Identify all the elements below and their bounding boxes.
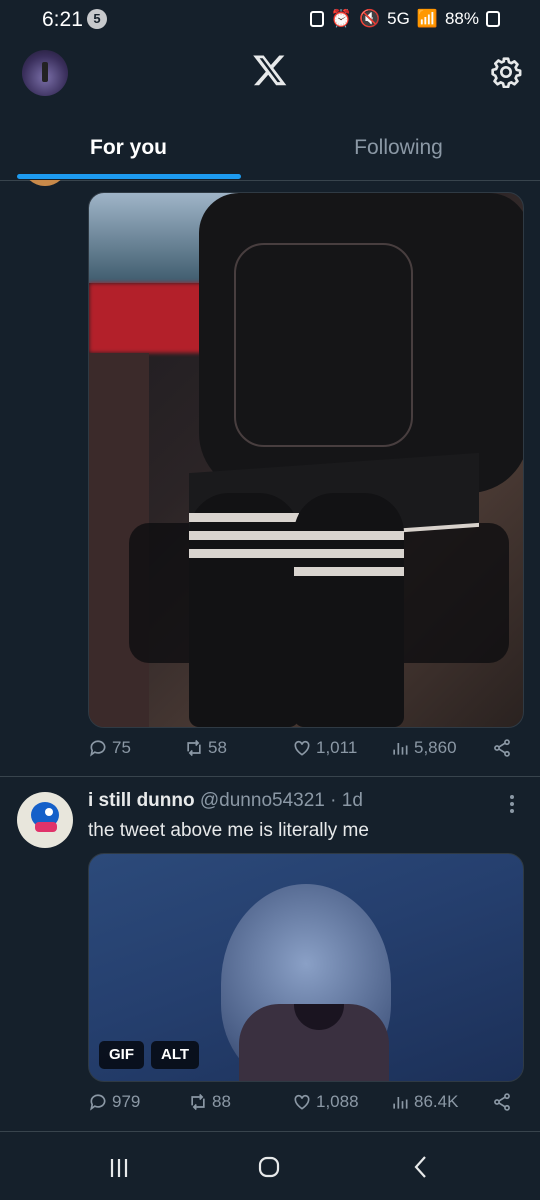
tweet-timestamp[interactable]: · 1d	[330, 790, 363, 811]
tab-following[interactable]: Following	[270, 118, 527, 178]
avatar-art-eye	[45, 808, 53, 816]
tweet-divider	[0, 776, 540, 777]
tweet-actions: 979 88 1,088 86.4K	[88, 1092, 520, 1120]
photo-stripe	[189, 513, 299, 522]
author-name[interactable]: i still dunno	[88, 790, 195, 811]
avatar-art-mouth	[35, 822, 57, 832]
retweet-count: 58	[208, 738, 227, 757]
photo-stripe	[189, 549, 299, 558]
author-handle[interactable]: @dunno54321	[200, 790, 325, 811]
views-button[interactable]: 86.4K	[390, 1092, 458, 1112]
tweet-photo[interactable]	[88, 192, 524, 728]
network-label: 5G	[387, 9, 410, 28]
recent-apps-icon[interactable]	[108, 1157, 130, 1179]
signal-icon: 📶	[416, 9, 438, 28]
view-count: 86.4K	[414, 1092, 459, 1111]
views-button[interactable]: 5,860	[390, 738, 457, 758]
lock-icon	[309, 11, 324, 27]
photo-stripe	[294, 549, 404, 558]
back-icon[interactable]	[410, 1155, 432, 1179]
photo-red-light-region	[89, 283, 209, 353]
notification-count-badge: 5	[87, 9, 107, 29]
gif-badge[interactable]: GIF	[99, 1041, 144, 1069]
battery-icon	[486, 11, 500, 27]
reply-button[interactable]: 979	[88, 1092, 140, 1112]
more-options-icon[interactable]	[504, 792, 520, 816]
alarm-icon: ⏰	[330, 9, 352, 28]
retweet-count: 88	[212, 1092, 231, 1111]
like-button[interactable]: 1,088	[292, 1092, 359, 1112]
retweet-button[interactable]: 58	[184, 738, 227, 758]
timeline-tabs: For you Following	[0, 118, 540, 181]
like-button[interactable]: 1,011	[292, 738, 357, 758]
share-icon	[494, 1093, 510, 1111]
mute-icon: 🔇	[358, 9, 381, 28]
status-bar: 6:21 5 ⏰ 🔇 5G 📶 88%	[0, 0, 540, 40]
avatar[interactable]	[17, 792, 73, 848]
heart-icon	[294, 740, 310, 756]
reply-count: 75	[112, 738, 131, 757]
battery-label: 88%	[444, 9, 479, 28]
home-icon[interactable]	[258, 1156, 280, 1178]
tweet-actions: 75 58 1,011 5,860	[88, 738, 520, 766]
retweet-icon	[191, 1093, 205, 1111]
profile-avatar[interactable]	[22, 50, 68, 96]
tweet-author-line: i still dunno @dunno54321 · 1d	[88, 790, 363, 812]
views-icon	[393, 1097, 408, 1109]
reply-button[interactable]: 75	[88, 738, 131, 758]
share-icon	[494, 739, 510, 757]
photo-stripe	[294, 567, 404, 576]
like-count: 1,011	[316, 738, 358, 757]
reply-count: 979	[112, 1092, 141, 1111]
reply-icon	[90, 740, 106, 757]
photo-right-leg	[294, 493, 404, 727]
alt-badge[interactable]: ALT	[151, 1041, 200, 1069]
like-count: 1,088	[316, 1092, 359, 1111]
tweet-text: the tweet above me is literally me	[88, 820, 369, 841]
photo-stripe	[294, 531, 404, 540]
reply-icon	[90, 1094, 106, 1111]
tab-for-you[interactable]: For you	[0, 118, 257, 178]
retweet-icon	[187, 739, 201, 757]
photo-stripe	[189, 531, 299, 540]
gear-icon[interactable]	[490, 56, 522, 88]
status-time: 6:21	[42, 8, 83, 31]
share-button[interactable]	[492, 738, 512, 758]
photo-left-leg	[189, 493, 299, 727]
view-count: 5,860	[414, 738, 457, 757]
share-button[interactable]	[492, 1092, 512, 1112]
x-logo-icon[interactable]	[252, 52, 288, 88]
retweet-button[interactable]: 88	[188, 1092, 231, 1112]
status-icons: ⏰ 🔇 5G 📶 88%	[309, 9, 500, 29]
views-icon	[393, 743, 408, 755]
photo-sweater-print	[234, 243, 413, 447]
active-tab-indicator	[17, 174, 241, 179]
heart-icon	[294, 1094, 310, 1110]
tweet-gif[interactable]: GIF ALT	[88, 853, 524, 1082]
